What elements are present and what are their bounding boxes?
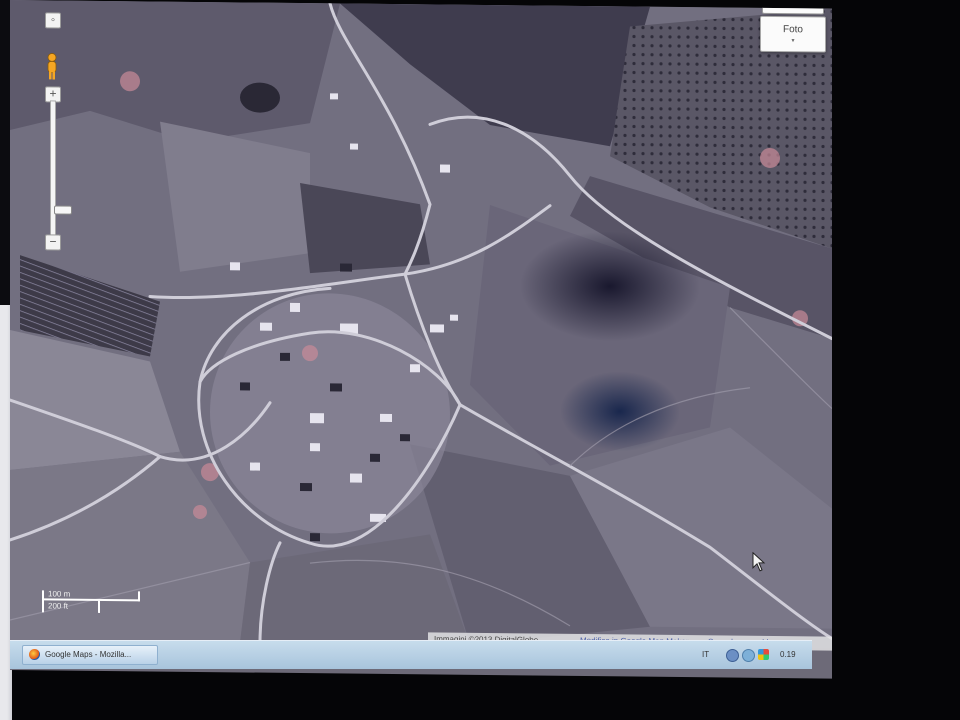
scale-bar-tick <box>42 590 44 613</box>
scale-metric: 100 m <box>48 589 71 599</box>
map-type-button[interactable]: Foto ▾ <box>760 15 826 53</box>
zoom-control: ◦ + − <box>40 12 72 252</box>
system-tray: IT 0.19 <box>700 647 810 663</box>
map-type-button-top[interactable] <box>762 1 824 15</box>
volume-icon[interactable] <box>742 649 755 662</box>
screen: ◦ + − Foto ▾ 100 m 200 ft Immagini ©2013… <box>10 0 832 679</box>
scale-bar-tick <box>138 591 140 602</box>
scale-imperial: 200 ft <box>48 601 69 611</box>
taskbar-item-browser[interactable]: Google Maps - Mozilla... <box>22 645 158 665</box>
language-indicator[interactable]: IT <box>702 650 709 659</box>
scale-bar: 100 m 200 ft <box>42 589 152 615</box>
taskbar-item-label: Google Maps - Mozilla... <box>45 650 132 659</box>
satellite-map[interactable] <box>10 0 832 649</box>
tray-clock[interactable]: 0.19 <box>780 650 796 659</box>
zoom-slider-track[interactable] <box>50 100 72 243</box>
firefox-icon <box>29 649 40 660</box>
mouse-cursor-icon <box>752 551 766 572</box>
pan-icon[interactable]: ◦ <box>45 12 61 29</box>
zoom-out-button[interactable]: − <box>45 234 61 251</box>
zoom-slider-handle[interactable] <box>54 205 72 215</box>
satellite-imagery <box>10 0 832 649</box>
network-icon[interactable] <box>726 649 739 662</box>
map-type-label: Foto <box>782 24 803 36</box>
chevron-down-icon: ▾ <box>791 38 795 45</box>
scale-bar-tick <box>98 600 100 613</box>
pegman-icon[interactable] <box>44 52 60 80</box>
taskbar: Google Maps - Mozilla... IT 0.19 <box>10 640 812 669</box>
windows-flag-icon[interactable] <box>758 649 769 660</box>
